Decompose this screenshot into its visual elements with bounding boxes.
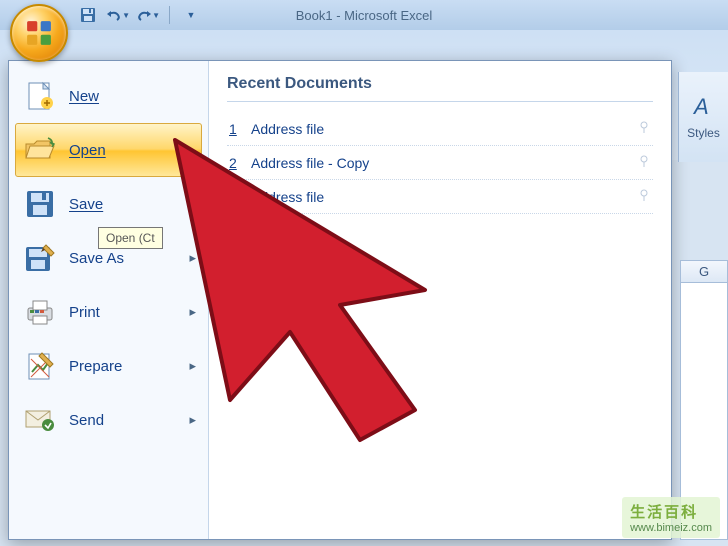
new-document-icon	[23, 79, 57, 113]
window-title: Book1 - Microsoft Excel	[296, 8, 433, 23]
chevron-right-icon: ▸	[189, 250, 196, 266]
styles-label: Styles	[687, 126, 720, 140]
menu-item-send[interactable]: Send ▸	[15, 393, 202, 447]
dropdown-arrow-icon: ▼	[122, 11, 130, 20]
dropdown-arrow-icon: ▼	[152, 11, 160, 20]
svg-text:A: A	[692, 94, 709, 119]
column-header[interactable]: G	[681, 261, 727, 283]
watermark: 生活百科 www.bimeiz.com	[622, 497, 720, 538]
recent-document-item[interactable]: 2 Address file - Copy	[227, 146, 653, 180]
qat-customize-button[interactable]: ▼	[179, 4, 203, 26]
recent-filename: Address file	[251, 189, 324, 205]
quick-access-toolbar: ▼ ▼ ▼	[76, 4, 203, 26]
menu-item-save[interactable]: Save	[15, 177, 202, 231]
undo-icon	[106, 8, 121, 22]
menu-item-prepare[interactable]: Prepare ▸	[15, 339, 202, 393]
chevron-right-icon: ▸	[189, 412, 196, 428]
menu-label: Print	[69, 304, 100, 321]
redo-icon	[136, 8, 151, 22]
prepare-icon	[23, 349, 57, 383]
recent-filename: Address file	[251, 121, 324, 137]
printer-icon	[23, 295, 57, 329]
recent-document-item[interactable]: 3 Address file	[227, 180, 653, 214]
menu-label: Prepare	[69, 358, 122, 375]
qat-undo-button[interactable]: ▼	[106, 4, 130, 26]
save-as-icon	[23, 241, 57, 275]
chevron-right-icon: ▸	[189, 358, 196, 374]
recent-number: 2	[229, 155, 241, 171]
recent-document-item[interactable]: 1 Address file	[227, 112, 653, 146]
menu-item-print[interactable]: Print ▸	[15, 285, 202, 339]
title-bar: ▼ ▼ ▼ Book1 - Microsoft Excel	[0, 0, 728, 30]
qat-redo-button[interactable]: ▼	[136, 4, 160, 26]
recent-filename: Address file - Copy	[251, 155, 369, 171]
pin-icon[interactable]	[637, 188, 651, 205]
office-button[interactable]	[10, 4, 68, 62]
recent-documents-pane: Recent Documents 1 Address file 2 Addres…	[209, 61, 671, 539]
envelope-send-icon	[23, 403, 57, 437]
dropdown-arrow-icon: ▼	[187, 10, 196, 20]
tooltip: Open (Ct	[98, 227, 163, 249]
recent-documents-header: Recent Documents	[227, 75, 653, 102]
office-menu-left-pane: New Open Save Save As ▸ Print	[9, 61, 209, 539]
menu-label: Send	[69, 412, 104, 429]
font-style-icon: A	[691, 94, 717, 120]
recent-number: 1	[229, 121, 241, 137]
menu-label: Save	[69, 196, 103, 213]
watermark-url: www.bimeiz.com	[630, 522, 712, 534]
pin-icon[interactable]	[637, 154, 651, 171]
office-menu: New Open Save Save As ▸ Print	[8, 60, 672, 540]
floppy-icon	[80, 7, 96, 23]
menu-label: Save As	[69, 250, 124, 267]
menu-item-new[interactable]: New	[15, 69, 202, 123]
chevron-right-icon: ▸	[189, 304, 196, 320]
menu-label: New	[69, 88, 99, 105]
styles-group[interactable]: A Styles	[678, 72, 728, 162]
menu-label: Open	[69, 142, 106, 159]
folder-open-icon	[23, 133, 57, 167]
pin-icon[interactable]	[637, 120, 651, 137]
qat-save-button[interactable]	[76, 4, 100, 26]
separator	[169, 6, 170, 24]
menu-item-open[interactable]: Open	[15, 123, 202, 177]
office-logo-icon	[22, 16, 56, 50]
watermark-brand: 生活百科	[630, 501, 712, 522]
save-icon	[23, 187, 57, 221]
